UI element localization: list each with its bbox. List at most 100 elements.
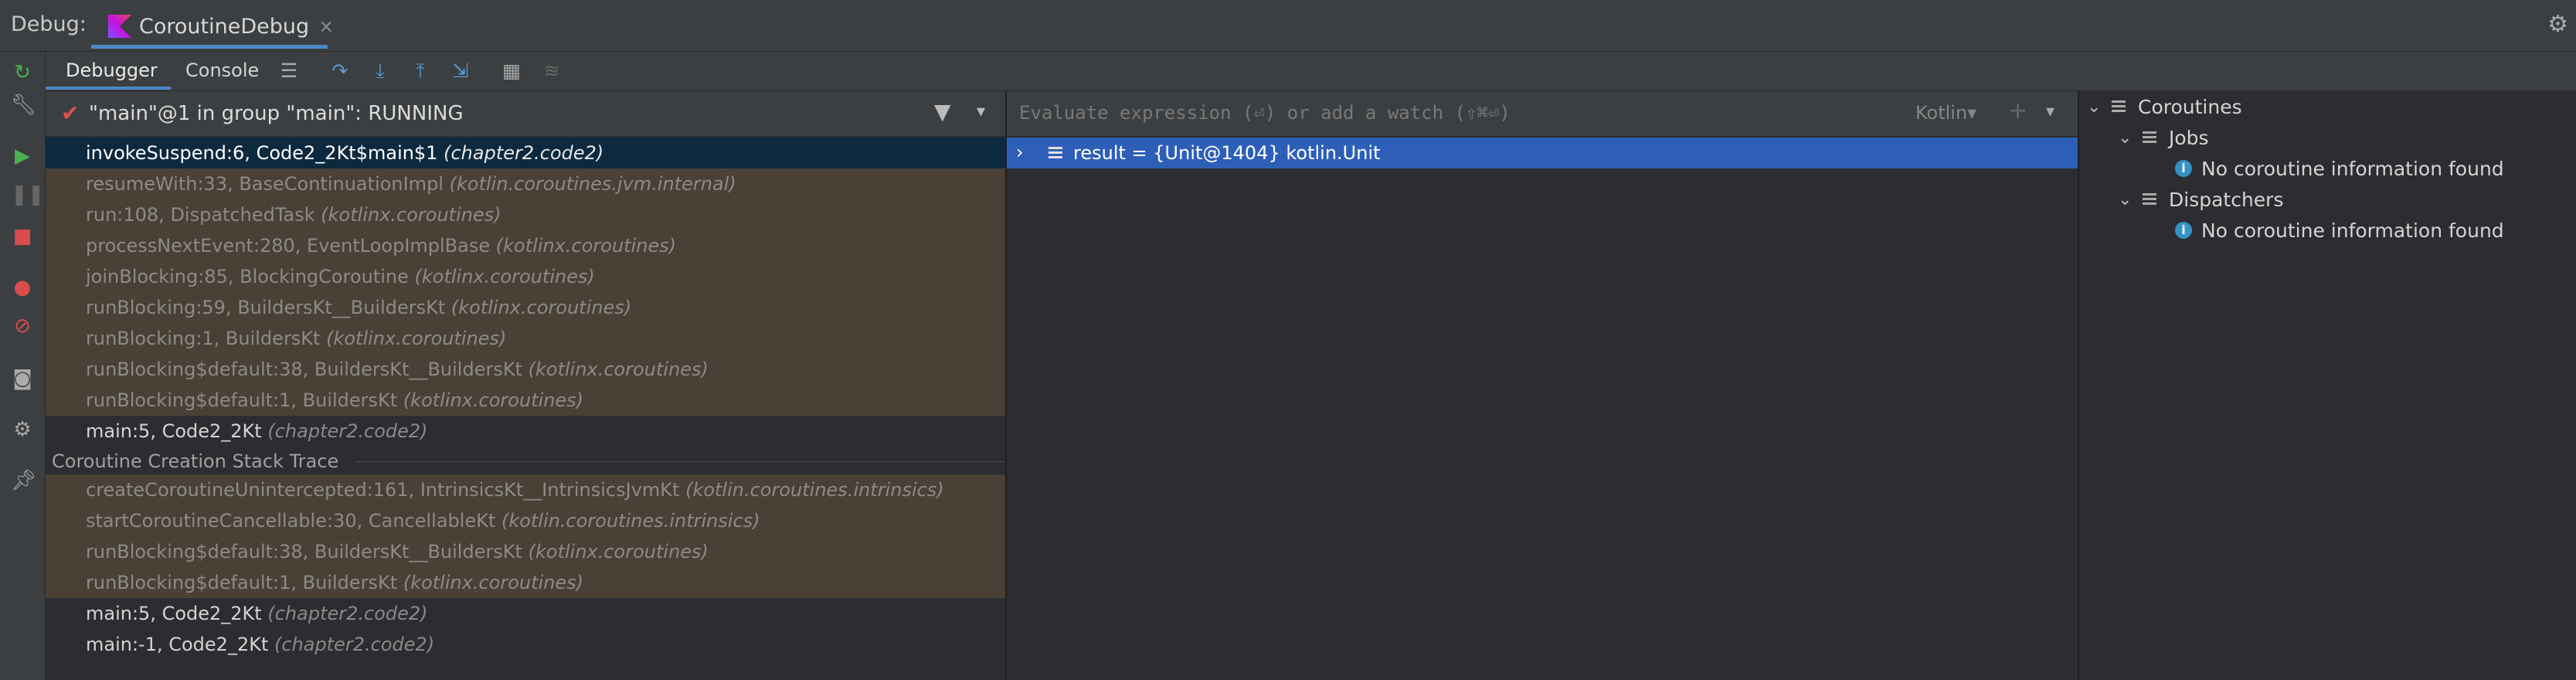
- watch-row[interactable]: › result = {Unit@1404} kotlin.Unit: [1007, 138, 2078, 168]
- evaluate-expression-bar[interactable]: Evaluate expression (⏎) or add a watch (…: [1007, 91, 2078, 137]
- pin-icon[interactable]: 📌︎: [11, 469, 36, 492]
- run-to-cursor-icon[interactable]: ⇲: [449, 60, 472, 83]
- wrench-icon[interactable]: 🔧︎: [11, 94, 36, 117]
- resume-icon[interactable]: ▶: [11, 144, 34, 168]
- thread-status: "main"@1 in group "main": RUNNING: [89, 102, 464, 125]
- list-icon[interactable]: ☰: [277, 60, 301, 83]
- trace-icon[interactable]: ≋: [540, 60, 563, 83]
- gear-icon[interactable]: ⚙: [2547, 11, 2568, 38]
- tree-label: Coroutines: [2138, 95, 2242, 118]
- rerun-icon[interactable]: ↻: [11, 61, 34, 84]
- frame-method: runBlocking:1, BuildersKt: [86, 328, 321, 349]
- frame-row[interactable]: main:-1, Code2_2Kt (chapter2.code2): [46, 629, 1005, 660]
- info-icon: i: [2175, 222, 2192, 239]
- chevron-down-icon[interactable]: ⌄: [2118, 190, 2141, 209]
- active-tab-indicator: [46, 87, 171, 90]
- frame-row[interactable]: main:5, Code2_2Kt (chapter2.code2): [46, 416, 1005, 447]
- debug-title-bar: Debug: CoroutineDebug × ⚙: [0, 0, 2576, 52]
- tab-label: CoroutineDebug: [139, 14, 310, 39]
- debug-actions-strip: ↻ 🔧︎ ▶ ❚❚ ■ ● ⊘ ◙ ⚙ 📌︎: [0, 52, 46, 680]
- frame-package: (kotlin.coroutines.jvm.internal): [449, 173, 736, 195]
- frame-row[interactable]: processNextEvent:280, EventLoopImplBase …: [46, 230, 1005, 261]
- mute-breakpoints-icon[interactable]: ⊘: [11, 314, 34, 338]
- expand-arrow-icon[interactable]: ›: [1016, 141, 1024, 163]
- list-icon: [2143, 131, 2156, 143]
- chevron-down-icon[interactable]: ⌄: [2087, 97, 2110, 117]
- frame-row[interactable]: startCoroutineCancellable:30, Cancellabl…: [46, 505, 1005, 536]
- tree-node-dispatchers-info: i No coroutine information found: [2175, 215, 2504, 246]
- frame-row[interactable]: main:5, Code2_2Kt (chapter2.code2): [46, 598, 1005, 629]
- frame-method: createCoroutineUnintercepted:161, Intrin…: [86, 479, 680, 501]
- frame-package: (kotlinx.coroutines): [495, 235, 677, 257]
- tree-label: Jobs: [2169, 126, 2209, 149]
- frame-row[interactable]: runBlocking$default:38, BuildersKt__Buil…: [46, 536, 1005, 567]
- frame-method: main:-1, Code2_2Kt: [86, 634, 269, 655]
- frame-row[interactable]: resumeWith:33, BaseContinuationImpl (kot…: [46, 168, 1005, 199]
- frame-row[interactable]: runBlocking$default:1, BuildersKt (kotli…: [46, 567, 1005, 598]
- step-out-icon[interactable]: ⤒: [409, 60, 432, 83]
- chevron-down-icon[interactable]: ⌄: [2118, 128, 2141, 148]
- frame-row[interactable]: invokeSuspend:6, Code2_2Kt$main$1 (chapt…: [46, 138, 1005, 168]
- step-into-icon[interactable]: ⤓: [369, 60, 392, 83]
- frame-method: runBlocking:59, BuildersKt__BuildersKt: [86, 297, 446, 318]
- calculator-icon[interactable]: ▦: [500, 60, 523, 83]
- tab-console[interactable]: Console: [185, 52, 259, 89]
- frame-row[interactable]: runBlocking$default:38, BuildersKt__Buil…: [46, 354, 1005, 385]
- chevron-down-icon[interactable]: ▾: [2046, 102, 2054, 121]
- frame-package: (kotlinx.coroutines): [321, 204, 501, 226]
- settings-icon[interactable]: ⚙: [11, 418, 34, 441]
- add-watch-icon[interactable]: +: [2008, 97, 2027, 124]
- frame-row[interactable]: joinBlocking:85, BlockingCoroutine (kotl…: [46, 261, 1005, 292]
- frame-row[interactable]: runBlocking:59, BuildersKt__BuildersKt (…: [46, 292, 1005, 323]
- language-selector[interactable]: Kotlin▾: [1915, 102, 1976, 124]
- frame-method: runBlocking$default:1, BuildersKt: [86, 572, 398, 593]
- pause-icon[interactable]: ❚❚: [11, 183, 45, 206]
- tab-underline: [91, 45, 328, 49]
- frame-package: (kotlinx.coroutines): [450, 297, 632, 318]
- frame-package: (chapter2.code2): [274, 634, 435, 655]
- tree-node-jobs[interactable]: ⌄ Jobs: [2118, 122, 2209, 153]
- info-icon: i: [2175, 160, 2192, 177]
- frame-method: runBlocking$default:1, BuildersKt: [86, 389, 398, 411]
- list-icon: [2143, 193, 2156, 205]
- frames-panel: ✔ "main"@1 in group "main": RUNNING ▼ ▾ …: [46, 91, 1007, 680]
- frame-package: (chapter2.code2): [267, 603, 428, 624]
- frame-row[interactable]: runBlocking$default:1, BuildersKt (kotli…: [46, 385, 1005, 416]
- close-icon[interactable]: ×: [318, 15, 334, 37]
- tab-coroutine-debug[interactable]: CoroutineDebug ×: [108, 8, 334, 45]
- frame-method: main:5, Code2_2Kt: [86, 603, 262, 624]
- info-text: No coroutine information found: [2201, 219, 2504, 242]
- frame-row[interactable]: run:108, DispatchedTask (kotlinx.corouti…: [46, 199, 1005, 230]
- filter-icon[interactable]: ▼: [934, 99, 951, 124]
- tree-node-coroutines[interactable]: ⌄ Coroutines: [2087, 91, 2242, 122]
- frame-method: run:108, DispatchedTask: [86, 204, 315, 226]
- list-icon: [2112, 100, 2126, 112]
- frame-package: (kotlinx.coroutines): [528, 541, 709, 563]
- step-over-icon[interactable]: ↷: [328, 60, 352, 83]
- frame-method: processNextEvent:280, EventLoopImplBase: [86, 235, 491, 257]
- info-text: No coroutine information found: [2201, 157, 2504, 180]
- kotlin-icon: [108, 15, 131, 38]
- camera-icon[interactable]: ◙: [11, 367, 34, 390]
- tab-debugger[interactable]: Debugger: [66, 52, 158, 89]
- frame-package: (chapter2.code2): [267, 420, 428, 442]
- tree-node-dispatchers[interactable]: ⌄ Dispatchers: [2118, 184, 2284, 215]
- list-icon: [1048, 147, 1062, 158]
- breakpoints-icon[interactable]: ●: [11, 276, 34, 299]
- chevron-down-icon[interactable]: ▾: [977, 102, 985, 121]
- thread-selector[interactable]: ✔ "main"@1 in group "main": RUNNING ▼ ▾: [46, 91, 1005, 136]
- evaluate-input[interactable]: Evaluate expression (⏎) or add a watch (…: [1019, 102, 1511, 124]
- frame-row[interactable]: createCoroutineUnintercepted:161, Intrin…: [46, 474, 1005, 505]
- frame-package: (kotlinx.coroutines): [414, 266, 595, 287]
- watch-value: result = {Unit@1404} kotlin.Unit: [1073, 142, 1381, 164]
- stop-icon[interactable]: ■: [11, 225, 34, 248]
- frame-method: startCoroutineCancellable:30, Cancellabl…: [86, 510, 496, 532]
- section-divider: [355, 461, 1004, 462]
- frame-row[interactable]: runBlocking:1, BuildersKt (kotlinx.corou…: [46, 323, 1005, 354]
- frame-package: (kotlin.coroutines.intrinsics): [685, 479, 944, 501]
- frame-method: runBlocking$default:38, BuildersKt__Buil…: [86, 359, 522, 380]
- creation-stack-label: Coroutine Creation Stack Trace: [52, 450, 339, 472]
- frame-method: invokeSuspend:6, Code2_2Kt$main$1: [86, 142, 438, 164]
- debugger-toolbar: Debugger Console ☰ ↷ ⤓ ⤒ ⇲ ▦ ≋: [46, 52, 2576, 91]
- frame-method: runBlocking$default:38, BuildersKt__Buil…: [86, 541, 522, 563]
